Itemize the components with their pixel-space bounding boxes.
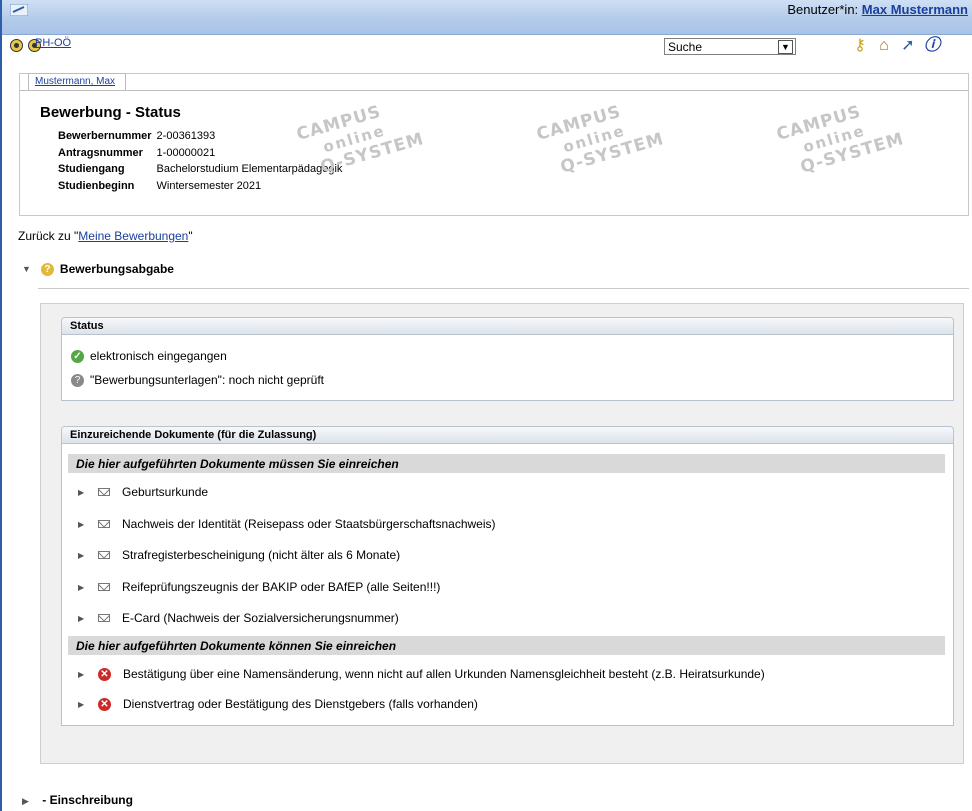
documents-panel: Einzureichende Dokumente (für die Zulass… [61, 426, 954, 726]
expand-arrow-icon[interactable]: ▶ [78, 520, 94, 529]
tab-applicant[interactable]: Mustermann, Max [28, 73, 127, 90]
back-nav-icon[interactable] [10, 39, 23, 52]
section-header-application[interactable]: ▼ ? Bewerbungsabgabe [22, 262, 174, 276]
info-value: Bachelorstudium Elementarpädagogik [156, 163, 343, 175]
expand-arrow-icon[interactable]: ▶ [78, 551, 94, 560]
envelope-icon [98, 583, 110, 591]
list-item[interactable]: ▶ ✕ Dienstvertrag oder Bestätigung des Die… [78, 697, 478, 711]
envelope-icon [98, 614, 110, 622]
status-item: ? "Bewerbungsunterlagen": noch nicht gep… [71, 373, 324, 387]
list-item[interactable]: ▶ Geburtsurkunde [78, 485, 208, 499]
envelope-icon [98, 488, 110, 496]
info-key: Studienbeginn [58, 179, 135, 192]
list-item[interactable]: ▶ E-Card (Nachweis der Sozialversicherung… [78, 611, 399, 625]
list-item[interactable]: ▶ Nachweis der Identität (Reisepass oder … [78, 517, 496, 531]
back-text: Zurück zu "Meine Bewerbungen" [18, 229, 193, 243]
check-icon: ✓ [71, 349, 84, 363]
expand-arrow-icon[interactable]: ▶ [78, 583, 94, 592]
expand-arrow-icon[interactable]: ▶ [78, 670, 94, 679]
my-applications-link[interactable]: Meine Bewerbungen [78, 229, 188, 243]
info-icon[interactable]: ⓘ [922, 36, 942, 56]
key-icon[interactable]: ⚷ [850, 36, 870, 56]
app-logo-icon [10, 4, 28, 16]
info-value: 1-00000021 [156, 146, 216, 159]
section-title: Bewerbungsabgabe [59, 262, 174, 276]
section-divider [38, 288, 969, 289]
info-key: Studiengang [58, 163, 125, 175]
page-title: Bewerbung - Status [40, 104, 181, 121]
top-bar: Benutzer*in: Max Mustermann [2, 0, 972, 35]
question-icon: ? [71, 373, 84, 387]
status-item: ✓ elektronisch eingegangen [71, 349, 227, 363]
status-panel-header: Status [62, 318, 953, 335]
list-item[interactable]: ▶ ✕ Bestätigung über eine Namensänderung, … [78, 667, 765, 681]
status-panel: Status ✓ elektronisch eingegangen ? "Bew… [61, 317, 954, 401]
search-select-value: Suche [668, 40, 703, 54]
envelope-icon [98, 520, 110, 528]
application-info: Bewerbernummer 2-00361393 Antragsnummer 1-… [58, 128, 347, 194]
required-docs-heading: Die hier aufgeführten Dokumente müssen S… [68, 454, 945, 473]
tab-divider [20, 90, 968, 91]
user-label: Benutzer*in: [787, 2, 859, 17]
user-info: Benutzer*in: Max Mustermann [787, 2, 968, 17]
toolbar-icons: ⚷ ⌂ ➚ ⓘ [850, 36, 942, 56]
question-icon: ? [40, 262, 54, 276]
institution-link[interactable]: PH-OÖ [35, 37, 71, 49]
list-item[interactable]: ▶ Reifeprüfungszeugnis der BAKIP oder BAf… [78, 580, 440, 594]
list-item[interactable]: ▶ Strafregisterbescheinigung (nicht älter… [78, 548, 400, 562]
window-left-border [0, 0, 2, 811]
info-key: Bewerbernummer [58, 130, 152, 142]
info-key: Antragsnummer [58, 146, 143, 159]
chevron-down-icon[interactable]: ▼ [778, 40, 793, 54]
error-icon: ✕ [98, 667, 111, 681]
info-value: 2-00361393 [156, 130, 216, 142]
section-header-enrollment[interactable]: ▶ - Einschreibung [22, 793, 133, 807]
optional-docs-heading: Die hier aufgeführten Dokumente können S… [68, 636, 945, 655]
home-icon[interactable]: ⌂ [874, 36, 894, 56]
envelope-icon [98, 551, 110, 559]
expand-arrow-icon[interactable]: ▶ [78, 488, 94, 497]
documents-panel-header: Einzureichende Dokumente (für die Zulass… [62, 427, 953, 444]
user-name-link[interactable]: Max Mustermann [862, 2, 968, 17]
expand-triangle-icon[interactable]: ▶ [22, 796, 29, 806]
expand-arrow-icon[interactable]: ▶ [78, 614, 94, 623]
section-title: - Einschreibung [42, 793, 133, 807]
info-value: Wintersemester 2021 [156, 179, 262, 192]
search-select[interactable]: Suche ▼ [664, 38, 796, 55]
app-icon[interactable]: ➚ [898, 36, 918, 56]
expand-arrow-icon[interactable]: ▶ [78, 700, 94, 709]
error-icon: ✕ [98, 697, 111, 711]
collapse-triangle-icon[interactable]: ▼ [22, 264, 31, 274]
